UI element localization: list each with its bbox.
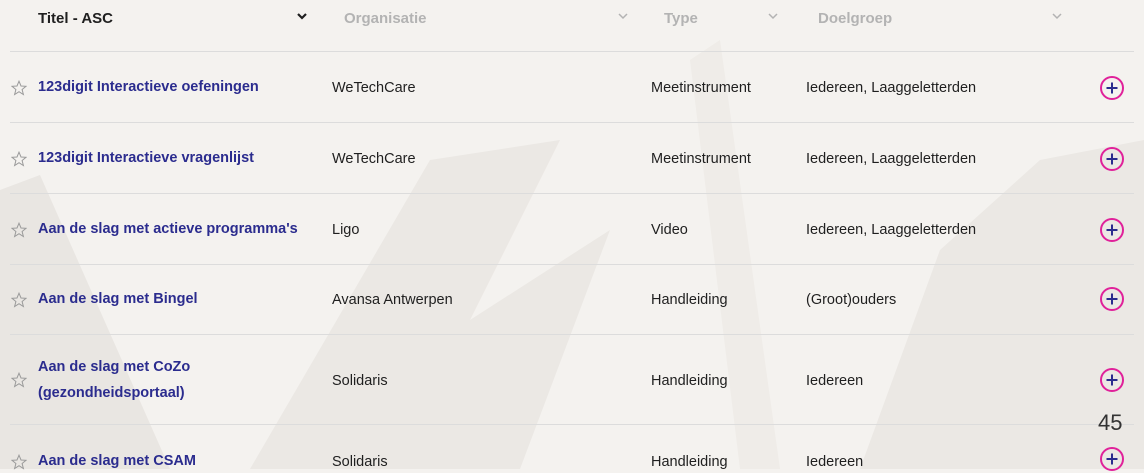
add-button[interactable] [1100,287,1124,311]
add-button[interactable] [1100,147,1124,171]
resource-title-link[interactable]: 123digit Interactieve vragenlijst [38,147,318,169]
column-header-type-label: Type [664,9,698,27]
plus-icon [1106,453,1118,465]
doelgroep-cell: Iedereen [806,373,864,389]
plus-icon [1106,153,1118,165]
type-cell: Video [651,222,688,238]
star-outline-icon[interactable] [11,80,27,96]
type-cell: Handleiding [651,454,728,470]
doelgroep-cell: Iedereen, Laaggeletterden [806,80,977,96]
organisation-cell: Solidaris [332,373,388,389]
table-row: 123digit Interactieve vragenlijst WeTech… [0,123,1144,194]
table-row: Aan de slag met actieve programma's Ligo… [0,194,1144,265]
table-row: Aan de slag met CoZo (gezondheidsportaal… [0,335,1144,425]
star-outline-icon[interactable] [11,454,27,470]
resource-title-link[interactable]: Aan de slag met actieve programma's [38,218,328,240]
column-header-title-label: Titel - ASC [38,9,114,27]
organisation-cell: Ligo [332,222,360,238]
resource-title-line-2: (gezondheidsportaal) [38,385,185,401]
table-header: Titel - ASC Organisatie Type Doelgroep [0,0,1144,52]
column-header-organisation[interactable]: Organisatie [344,0,629,36]
type-cell: Handleiding [651,373,728,389]
star-outline-icon[interactable] [11,372,27,388]
add-button[interactable] [1100,76,1124,100]
organisation-cell: WeTechCare [332,151,416,167]
doelgroep-cell: (Groot)ouders [806,292,897,308]
table-row: Aan de slag met CSAM Solidaris Handleidi… [0,425,1144,471]
column-header-doelgroep[interactable]: Doelgroep [818,0,1063,36]
resource-title-link[interactable]: Aan de slag met Bingel [38,288,318,310]
table-row: Aan de slag met Bingel Avansa Antwerpen … [0,265,1144,335]
type-cell: Handleiding [651,292,728,308]
column-header-type[interactable]: Type [664,0,779,36]
column-header-doelgroep-label: Doelgroep [818,9,893,27]
organisation-cell: WeTechCare [332,80,416,96]
organisation-cell: Avansa Antwerpen [332,292,453,308]
resource-title-link[interactable]: 123digit Interactieve oefeningen [38,76,318,98]
type-cell: Meetinstrument [651,151,751,167]
plus-icon [1106,374,1118,386]
plus-icon [1106,293,1118,305]
plus-icon [1106,82,1118,94]
organisation-cell: Solidaris [332,454,388,470]
add-button[interactable] [1100,218,1124,242]
column-header-organisation-label: Organisatie [344,9,427,27]
page-number: 45 [1098,410,1123,435]
star-outline-icon[interactable] [11,292,27,308]
doelgroep-cell: Iedereen, Laaggeletterden [806,151,977,167]
chevron-down-icon [297,13,307,20]
star-outline-icon[interactable] [11,151,27,167]
star-outline-icon[interactable] [11,222,27,238]
chevron-down-icon [618,13,628,20]
plus-icon [1106,224,1118,236]
resource-title-link[interactable]: Aan de slag met CoZo (gezondheidsportaal… [38,356,318,404]
type-cell: Meetinstrument [651,80,751,96]
add-button[interactable] [1100,368,1124,392]
table-row: 123digit Interactieve oefeningen WeTechC… [0,52,1144,123]
resource-title-line-1: Aan de slag met CoZo [38,359,191,375]
chevron-down-icon [1052,13,1062,20]
doelgroep-cell: Iedereen [806,454,864,470]
column-header-title[interactable]: Titel - ASC [38,0,308,36]
chevron-down-icon [768,13,778,20]
add-button[interactable] [1100,447,1124,471]
doelgroep-cell: Iedereen, Laaggeletterden [806,222,977,238]
